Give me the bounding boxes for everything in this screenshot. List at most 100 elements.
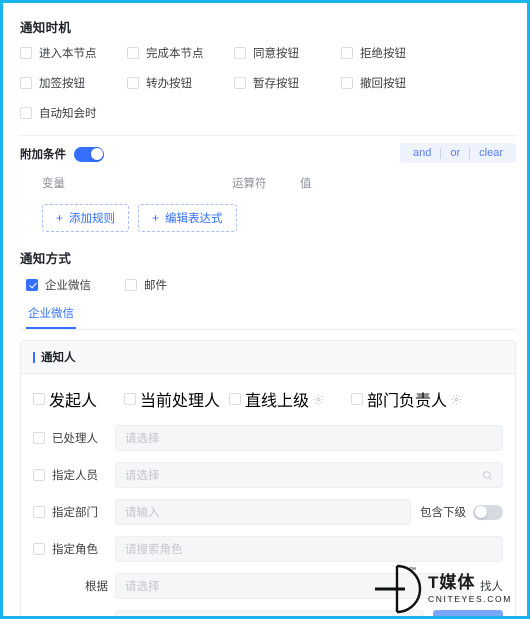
accent-bar	[33, 351, 35, 363]
method-options: 企业微信 邮件	[20, 267, 516, 293]
field-lead[interactable]: 已处理人	[33, 430, 115, 446]
field-label: 指定角色	[52, 544, 98, 556]
find-person-label[interactable]: 找人	[480, 578, 503, 594]
role-label: 部门负责人	[367, 393, 448, 410]
field-label: 已处理人	[52, 433, 98, 445]
specified-person-input[interactable]: 请选择	[115, 462, 503, 488]
role-direct-supervisor[interactable]: 直线上级	[229, 387, 351, 411]
column-header-variable: 变量	[42, 178, 65, 190]
tab-wecom[interactable]: 企业微信	[26, 305, 76, 329]
method-option-label: 邮件	[144, 280, 167, 292]
recipients-panel-title: 通知人	[41, 352, 76, 364]
chevron-down-icon[interactable]	[450, 581, 461, 592]
timing-option-label: 拒绝按钮	[360, 48, 406, 60]
field-row-specified-person: 指定人员 请选择	[33, 462, 503, 488]
include-sub-department-label: 包含下级	[420, 507, 466, 519]
checkbox-icon[interactable]	[33, 432, 45, 444]
edit-expression-button[interactable]: + 编辑表达式	[138, 204, 237, 232]
timing-option-countersign-button[interactable]: 加签按钮	[20, 75, 127, 91]
conditions-label: 附加条件	[20, 149, 66, 161]
timing-option-label: 撤回按钮	[360, 78, 406, 90]
field-lead[interactable]: 指定角色	[33, 541, 115, 557]
timing-option-enter-node[interactable]: 进入本节点	[20, 45, 127, 61]
logic-operator-group: and or clear	[400, 143, 516, 163]
role-label: 直线上级	[245, 393, 310, 410]
timing-option-label: 进入本节点	[39, 48, 97, 60]
recipient-roles: 发起人 当前处理人 直线上级 部门负责人	[33, 387, 503, 411]
edit-expression-label: 编辑表达式	[165, 213, 223, 225]
gear-icon[interactable]	[313, 394, 324, 405]
input-placeholder: 请选择	[125, 433, 160, 445]
role-initiator[interactable]: 发起人	[33, 387, 124, 411]
checkbox-icon[interactable]	[127, 77, 139, 89]
timing-options: 进入本节点 完成本节点 同意按钮 拒绝按钮 加签按钮 转办按钮 暂存按钮 撤回按…	[20, 36, 516, 121]
notification-settings-page: 通知时机 进入本节点 完成本节点 同意按钮 拒绝按钮 加签按钮 转办按钮 暂存按…	[6, 6, 527, 616]
logic-op-clear[interactable]: clear	[470, 146, 512, 160]
field-lead[interactable]: 指定人员	[33, 467, 115, 483]
toggle-knob	[90, 148, 103, 160]
field-row-specified-role: 指定角色 请搜索角色	[33, 536, 503, 562]
field-lead[interactable]: 指定规则	[33, 615, 115, 616]
field-label: 指定人员	[52, 470, 98, 482]
checkbox-icon[interactable]	[20, 77, 32, 89]
gear-icon[interactable]	[451, 394, 462, 405]
logic-op-and[interactable]: and	[404, 146, 440, 160]
method-option-wecom[interactable]: 企业微信	[26, 277, 91, 293]
column-header-value: 值	[300, 178, 312, 190]
checkbox-icon[interactable]	[26, 279, 38, 291]
field-row-handled-person: 已处理人 请选择	[33, 425, 503, 451]
timing-option-approve-button[interactable]: 同意按钮	[234, 45, 341, 61]
conditions-header: 附加条件 and or clear	[20, 136, 516, 163]
checkbox-icon[interactable]	[127, 47, 139, 59]
specified-rule-input[interactable]: 规则名称	[115, 610, 424, 616]
checkbox-icon[interactable]	[20, 47, 32, 59]
specified-role-input[interactable]: 请搜索角色	[115, 536, 503, 562]
field-label: 指定部门	[52, 507, 98, 519]
conditions-toggle[interactable]	[74, 146, 104, 162]
field-label: 指定规则	[52, 615, 98, 616]
add-rule-button[interactable]: + 添加规则	[42, 204, 130, 232]
timing-option-label: 转办按钮	[146, 78, 192, 90]
checkbox-icon[interactable]	[20, 107, 32, 119]
role-current-handler[interactable]: 当前处理人	[124, 387, 229, 411]
timing-option-transfer-button[interactable]: 转办按钮	[127, 75, 234, 91]
field-lead: 根据	[33, 578, 115, 594]
timing-option-save-draft-button[interactable]: 暂存按钮	[234, 75, 341, 91]
timing-option-label: 同意按钮	[253, 48, 299, 60]
logic-op-or[interactable]: or	[441, 146, 469, 160]
checkbox-icon[interactable]	[234, 47, 246, 59]
screenshot-frame: 通知时机 进入本节点 完成本节点 同意按钮 拒绝按钮 加签按钮 转办按钮 暂存按…	[0, 0, 530, 619]
include-sub-department-toggle[interactable]	[473, 504, 503, 520]
role-department-head[interactable]: 部门负责人	[351, 387, 462, 411]
checkbox-icon[interactable]	[124, 393, 136, 405]
checkbox-icon[interactable]	[229, 393, 241, 405]
based-on-select[interactable]: 请选择	[115, 573, 471, 599]
timing-option-complete-node[interactable]: 完成本节点	[127, 45, 234, 61]
timing-option-reject-button[interactable]: 拒绝按钮	[341, 45, 448, 61]
checkbox-icon[interactable]	[33, 506, 45, 518]
select-rule-group: 选择规则	[424, 610, 503, 616]
input-placeholder: 规则名称	[125, 615, 414, 616]
checkbox-icon[interactable]	[341, 77, 353, 89]
method-option-email[interactable]: 邮件	[125, 277, 167, 293]
checkbox-icon[interactable]	[351, 393, 363, 405]
checkbox-icon[interactable]	[234, 77, 246, 89]
timing-row: 自动知会时	[20, 105, 516, 121]
checkbox-icon[interactable]	[33, 543, 45, 555]
specified-department-input[interactable]: 请输入	[115, 499, 411, 525]
input-placeholder: 请搜索角色	[125, 544, 183, 556]
timing-option-auto-notify[interactable]: 自动知会时	[20, 105, 127, 121]
timing-option-withdraw-button[interactable]: 撤回按钮	[341, 75, 448, 91]
handled-person-input[interactable]: 请选择	[115, 425, 503, 451]
select-rule-button[interactable]: 选择规则	[433, 610, 503, 616]
timing-section-title: 通知时机	[20, 21, 72, 35]
role-label: 发起人	[49, 393, 98, 410]
checkbox-icon[interactable]	[33, 469, 45, 481]
method-option-label: 企业微信	[45, 280, 91, 292]
find-person-group: 找人	[471, 578, 503, 594]
checkbox-icon[interactable]	[125, 279, 137, 291]
search-icon[interactable]	[482, 470, 493, 481]
checkbox-icon[interactable]	[33, 393, 45, 405]
field-lead[interactable]: 指定部门	[33, 504, 115, 520]
checkbox-icon[interactable]	[341, 47, 353, 59]
